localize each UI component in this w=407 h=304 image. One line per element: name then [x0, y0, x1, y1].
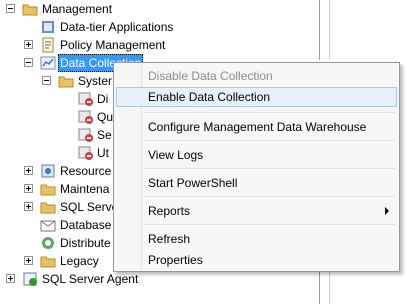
- tree-item-label: Management: [42, 2, 113, 16]
- expand-toggle[interactable]: [24, 184, 33, 193]
- tree-item-label: System: [78, 74, 112, 88]
- tree-right-border-2-lower: [329, 272, 330, 304]
- menu-item-enable-data-collection[interactable]: Enable Data Collection: [116, 87, 397, 107]
- sql-agent-icon: [22, 271, 38, 287]
- menu-separator: [144, 168, 395, 169]
- tree-item-database-mail[interactable]: Database: [0, 216, 112, 234]
- database-mail-icon: [40, 217, 56, 233]
- tree-item-system[interactable]: System: [0, 72, 112, 90]
- tree-right-border-2: [329, 0, 330, 60]
- collection-set-stopped-icon: [78, 91, 94, 107]
- submenu-arrow-icon: [385, 207, 389, 215]
- tree-item-legacy[interactable]: Legacy: [0, 252, 112, 270]
- tree-right-border: [319, 0, 320, 60]
- menu-separator: [144, 224, 395, 225]
- folder-icon: [40, 181, 56, 197]
- tree-item-sql-server-agent[interactable]: SQL Server Agent: [0, 270, 310, 288]
- tree-item-collection-set[interactable]: Se: [0, 126, 112, 144]
- expand-toggle[interactable]: [6, 274, 15, 283]
- data-collection-icon: [40, 55, 56, 71]
- collapse-toggle[interactable]: [6, 4, 15, 13]
- tree-item-label: Database: [60, 218, 112, 232]
- tree-item-label: Distribute: [60, 236, 111, 250]
- menu-item-reports[interactable]: Reports: [116, 201, 397, 221]
- menu-separator: [144, 140, 395, 141]
- expand-toggle[interactable]: [24, 256, 33, 265]
- tree-item-distributed-transaction[interactable]: Distribute: [0, 234, 112, 252]
- menu-item-refresh[interactable]: Refresh: [116, 229, 397, 249]
- tree-right-border-lower: [319, 272, 320, 304]
- menu-item-start-powershell[interactable]: Start PowerShell: [116, 173, 397, 193]
- tree-item-collection-set[interactable]: Di: [0, 90, 112, 108]
- resource-governor-icon: [40, 163, 56, 179]
- tree-item-label: SQL Serve: [60, 200, 119, 214]
- data-tier-icon: [40, 19, 56, 35]
- collapse-toggle[interactable]: [24, 58, 33, 67]
- menu-separator: [144, 196, 395, 197]
- expand-toggle[interactable]: [24, 202, 33, 211]
- tree-item-sql-server-logs[interactable]: SQL Serve: [0, 198, 118, 216]
- tree-item-resource[interactable]: Resource: [0, 162, 112, 180]
- menu-item-properties[interactable]: Properties: [116, 250, 397, 270]
- tree-item-collection-set[interactable]: Ut: [0, 144, 112, 162]
- expand-toggle[interactable]: [24, 166, 33, 175]
- tree-item-data-tier-applications[interactable]: Data-tier Applications: [0, 18, 310, 36]
- menu-item-disable-data-collection[interactable]: Disable Data Collection: [116, 66, 397, 86]
- tree-item-label: Resource: [60, 164, 112, 178]
- tree-item-collection-set[interactable]: Qu: [0, 108, 114, 126]
- tree-item-management[interactable]: Management: [0, 0, 310, 18]
- tree-item-label: Se: [97, 128, 112, 142]
- tree-item-label: SQL Server Agent: [42, 272, 139, 286]
- menu-item-view-logs[interactable]: View Logs: [116, 145, 397, 165]
- tree-item-label: Ut: [97, 146, 109, 160]
- tree-item-label: Maintena: [60, 182, 110, 196]
- menu-item-configure-mdw[interactable]: Configure Management Data Warehouse: [116, 117, 397, 137]
- tree-item-label: Policy Management: [60, 38, 166, 52]
- distributed-transaction-icon: [40, 235, 56, 251]
- tree-item-label: Qu: [97, 110, 114, 124]
- collapse-toggle[interactable]: [42, 76, 51, 85]
- menu-item-label: Reports: [148, 204, 191, 218]
- tree-item-label: Legacy: [60, 254, 99, 268]
- tree-item-maintenance[interactable]: Maintena: [0, 180, 112, 198]
- expand-toggle[interactable]: [24, 40, 33, 49]
- tree-item-policy-management[interactable]: Policy Management: [0, 36, 310, 54]
- folder-icon: [40, 253, 56, 269]
- collection-set-stopped-icon: [78, 127, 94, 143]
- folder-icon: [40, 199, 56, 215]
- context-menu: Disable Data Collection Enable Data Coll…: [113, 62, 400, 272]
- folder-icon: [22, 1, 38, 17]
- collection-set-stopped-icon: [78, 109, 94, 125]
- tree-item-label: Di: [97, 92, 109, 106]
- collection-set-stopped-icon: [78, 145, 94, 161]
- tree-item-label: Data-tier Applications: [60, 20, 174, 34]
- menu-separator: [144, 112, 395, 113]
- policy-icon: [40, 37, 56, 53]
- folder-icon: [58, 73, 74, 89]
